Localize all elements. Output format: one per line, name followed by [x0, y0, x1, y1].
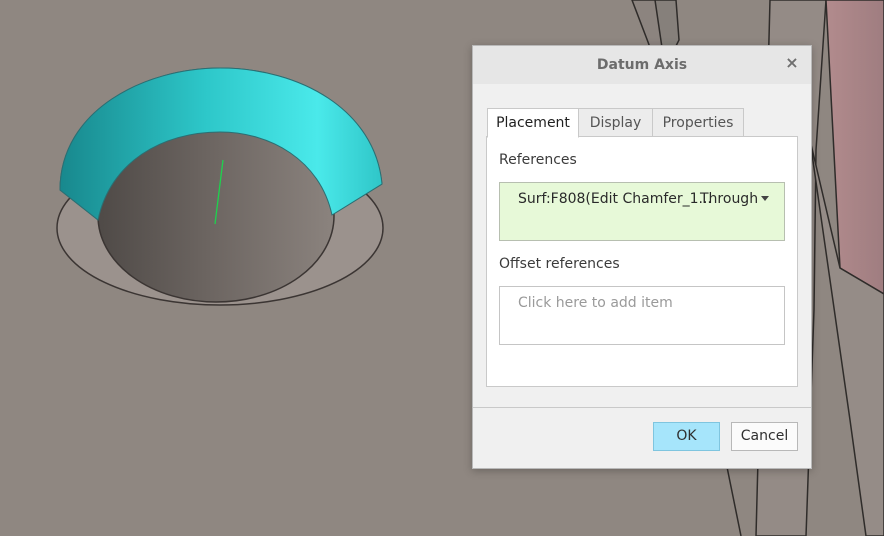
dialog-titlebar[interactable]: Datum Axis × [473, 46, 811, 84]
chevron-down-icon[interactable] [761, 196, 769, 201]
offset-placeholder[interactable]: Click here to add item [518, 295, 673, 311]
dialog-title: Datum Axis [596, 57, 688, 73]
placement-panel: References Surf:F808(Edit Chamfer_1... T… [486, 136, 798, 387]
offset-references-label: Offset references [499, 256, 620, 272]
references-list[interactable]: Surf:F808(Edit Chamfer_1... Through [499, 182, 785, 241]
tab-placement[interactable]: Placement [487, 108, 579, 138]
tab-properties[interactable]: Properties [652, 108, 744, 137]
reference-type-dropdown[interactable]: Through [700, 191, 758, 207]
reference-item[interactable]: Surf:F808(Edit Chamfer_1... [518, 191, 712, 207]
ok-button[interactable]: OK [653, 422, 720, 451]
chamfered-hole [56, 67, 384, 306]
cancel-button[interactable]: Cancel [731, 422, 798, 451]
datum-axis-dialog: Datum Axis × Placement Display Propertie… [472, 45, 812, 469]
footer-divider [473, 407, 811, 408]
offset-references-list[interactable]: Click here to add item [499, 286, 785, 345]
references-label: References [499, 152, 577, 168]
close-icon[interactable]: × [783, 54, 801, 72]
tab-display[interactable]: Display [578, 108, 653, 137]
